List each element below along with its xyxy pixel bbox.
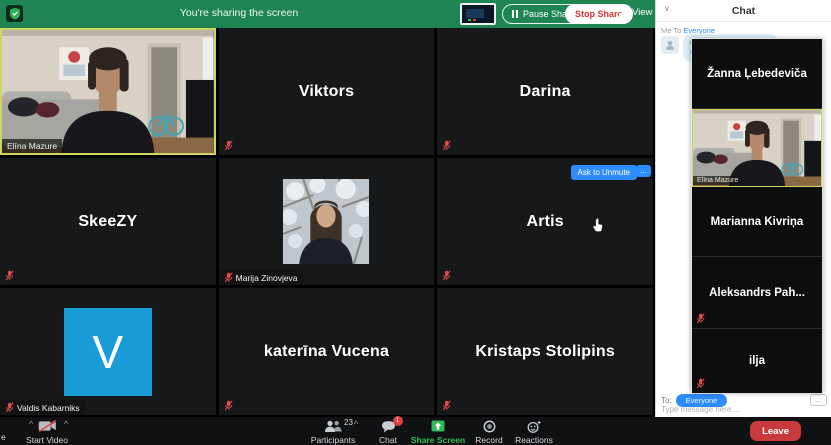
- participant-name: Kristaps Stolipins: [475, 343, 615, 361]
- shared-screen-thumbnail[interactable]: [460, 3, 496, 25]
- hand-cursor-icon: [592, 218, 603, 232]
- muted-mic-icon: [224, 400, 233, 411]
- strip-tile-zanna[interactable]: Žanna Ļebedeviča: [692, 39, 822, 109]
- muted-mic-icon: [224, 272, 233, 283]
- chat-title: Chat: [656, 5, 831, 17]
- chat-header: ∨ Chat: [656, 0, 831, 22]
- participant-name: Marianna Kivriņa: [707, 216, 808, 228]
- participant-name: katerīna Vucena: [264, 343, 389, 361]
- strip-tile-elina-video[interactable]: Elīna Mazure: [692, 109, 822, 187]
- gallery-view: Elīna Mazure Viktors Darina SkeeZY Marij…: [0, 28, 653, 415]
- muted-mic-icon: [5, 402, 14, 413]
- chat-message-input[interactable]: [661, 405, 821, 414]
- video-tile-artis[interactable]: Artis Ask to Unmute ...: [437, 158, 653, 285]
- grid-view-icon: [619, 8, 628, 17]
- pause-icon: [512, 10, 518, 18]
- reactions-smiley-icon: [526, 420, 542, 433]
- muted-mic-icon: [696, 378, 705, 389]
- audio-button-fragment[interactable]: e: [1, 432, 6, 442]
- participant-name: ilja: [745, 355, 769, 367]
- profile-photo: [283, 179, 369, 264]
- participant-name: Darina: [520, 83, 571, 101]
- start-video-button[interactable]: Start Video: [15, 420, 79, 445]
- muted-mic-icon: [442, 400, 451, 411]
- participants-icon: 23: [324, 420, 342, 433]
- strip-tile-marianna[interactable]: Marianna Kivriņa: [692, 187, 822, 257]
- video-tile-elina[interactable]: Elīna Mazure: [0, 28, 216, 155]
- view-button[interactable]: View: [619, 7, 652, 18]
- chat-unread-badge: 1: [393, 416, 403, 426]
- video-tile-kristaps[interactable]: Kristaps Stolipins: [437, 288, 653, 415]
- camera-off-icon: [38, 420, 57, 433]
- video-tile-skeezy[interactable]: SkeeZY: [0, 158, 216, 285]
- strip-tile-ilja[interactable]: ilja: [692, 329, 822, 393]
- screen-share-bar: You're sharing the screen Pause Share St…: [0, 0, 655, 28]
- chat-avatar: [661, 36, 679, 54]
- muted-mic-icon: [5, 270, 14, 281]
- leave-button[interactable]: Leave: [750, 421, 801, 441]
- chat-bubble-icon: 1: [381, 420, 396, 433]
- video-tile-valdis[interactable]: V Valdis Kabarniks: [0, 288, 216, 415]
- participant-name: SkeeZY: [78, 213, 137, 231]
- strip-tile-aleksandrs[interactable]: Aleksandrs Pah...: [692, 257, 822, 329]
- sharing-status-text: You're sharing the screen: [0, 7, 478, 19]
- video-tile-darina[interactable]: Darina: [437, 28, 653, 155]
- video-feed: [693, 110, 821, 186]
- participant-name-label: Marija Zinovjeva: [219, 270, 303, 285]
- participant-name: Artis: [526, 213, 563, 231]
- muted-mic-icon: [442, 270, 451, 281]
- muted-mic-icon: [696, 313, 705, 324]
- share-screen-icon: [431, 420, 445, 433]
- participant-thumbnail-strip[interactable]: Žanna Ļebedeviča Elīna Mazure Marianna K…: [691, 38, 823, 392]
- record-icon: [483, 420, 496, 433]
- muted-mic-icon: [442, 140, 451, 151]
- avatar: V: [64, 308, 152, 396]
- reactions-button[interactable]: Reactions: [502, 420, 566, 445]
- video-tile-katerina[interactable]: katerīna Vucena: [219, 288, 435, 415]
- video-options-chevron[interactable]: ^: [64, 419, 68, 429]
- participant-name: Aleksandrs Pah...: [705, 287, 809, 299]
- muted-mic-icon: [224, 140, 233, 151]
- tile-more-button[interactable]: ...: [636, 165, 651, 177]
- video-feed: [2, 30, 214, 153]
- participant-name: Viktors: [299, 83, 354, 101]
- video-tile-marija[interactable]: Marija Zinovjeva: [219, 158, 435, 285]
- participant-name-label: Elīna Mazure: [2, 139, 62, 153]
- participant-name-label: Valdis Kabarniks: [0, 400, 85, 415]
- meeting-toolbar: e ^ Start Video ^ 23 Participants ^ 1 Ch…: [0, 417, 831, 445]
- video-tile-viktors[interactable]: Viktors: [219, 28, 435, 155]
- participant-name-label: Elīna Mazure: [693, 176, 742, 185]
- person-icon: [664, 39, 676, 51]
- ask-to-unmute-button[interactable]: Ask to Unmute: [571, 165, 637, 180]
- participant-name: Žanna Ļebedeviča: [703, 68, 811, 80]
